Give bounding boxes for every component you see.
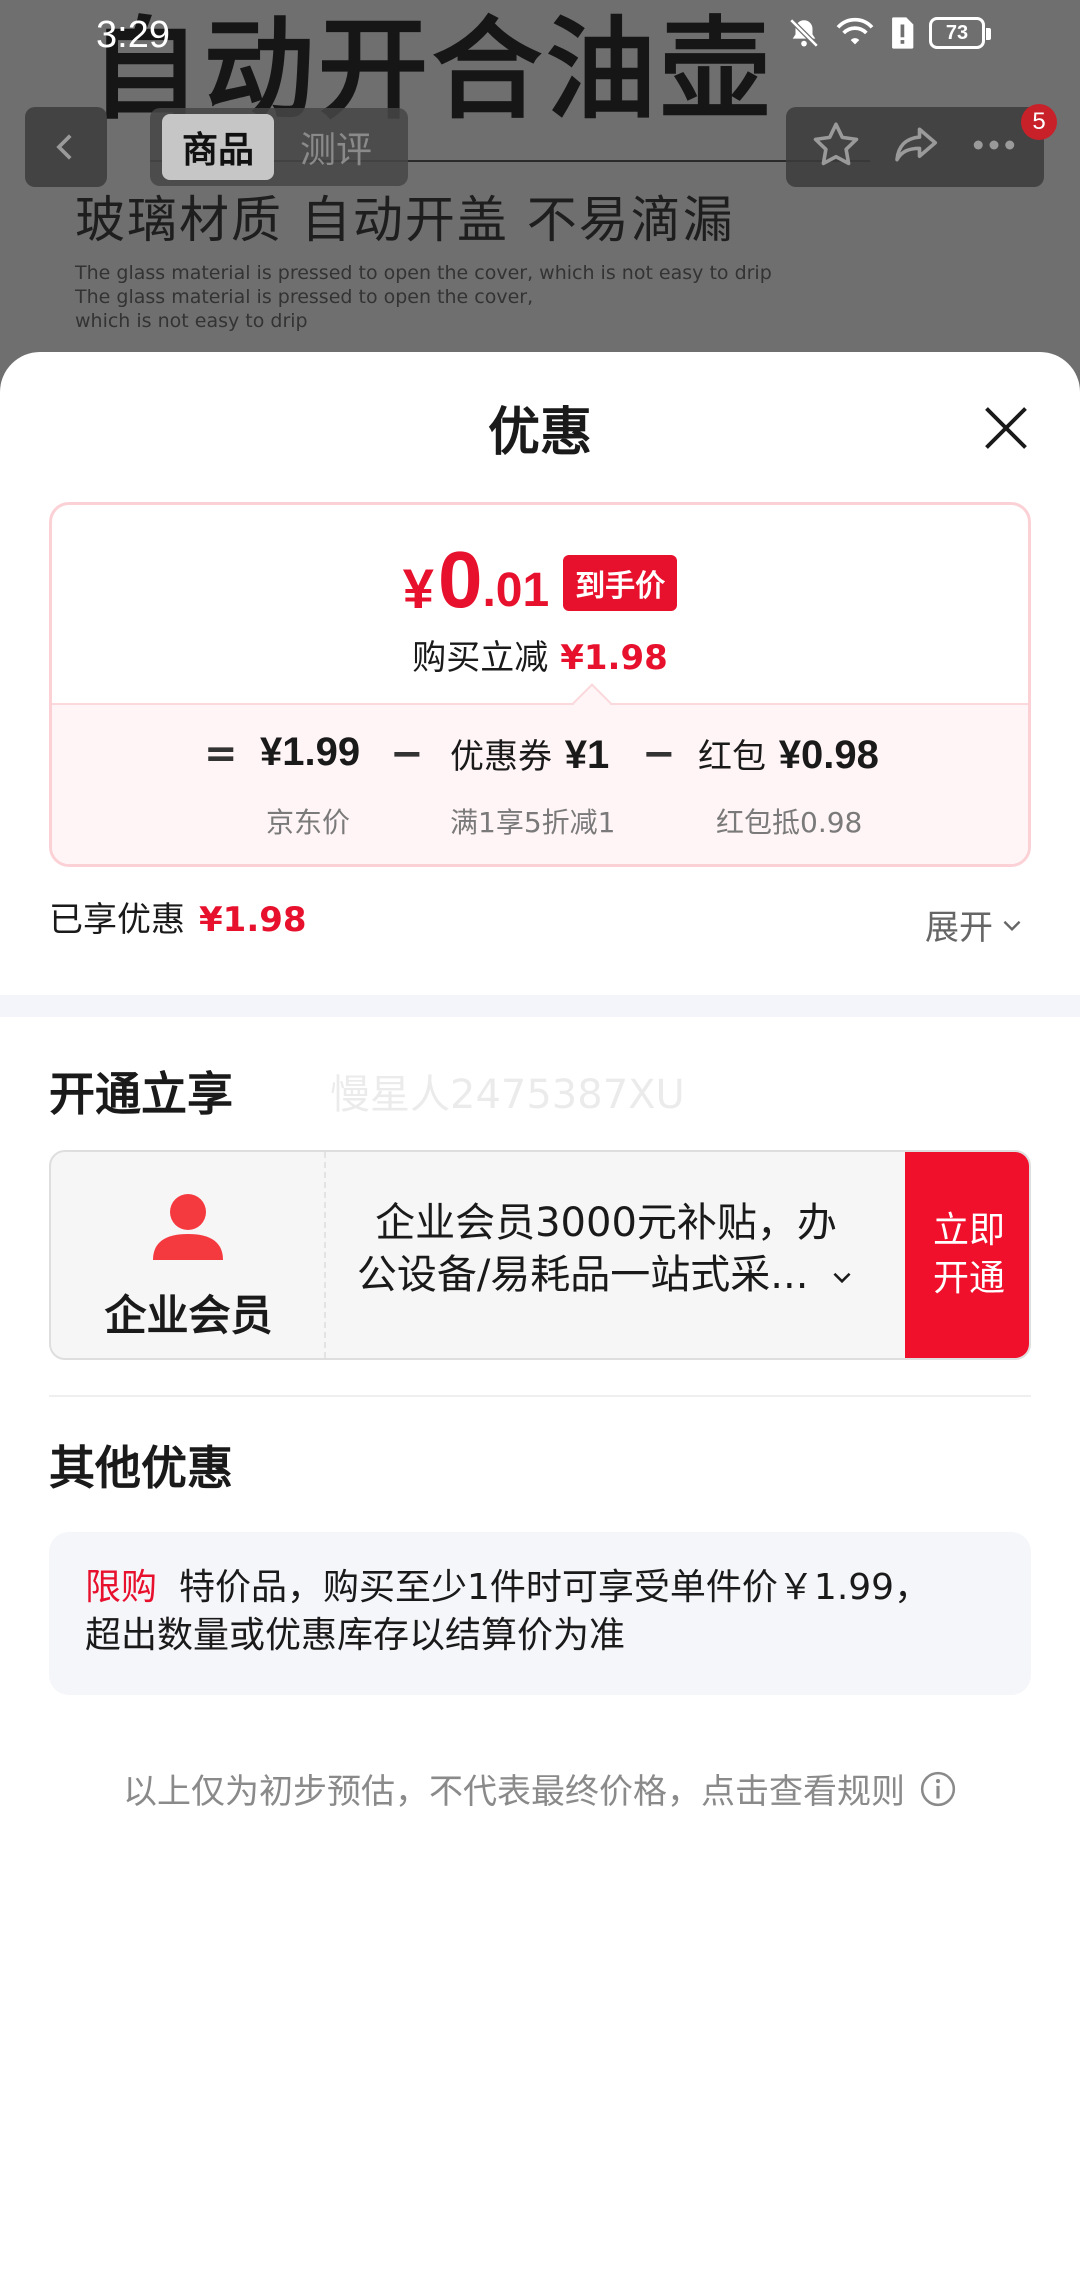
battery-icon: 73 (929, 17, 991, 49)
coupon-discount: 优惠券 ¥1 (450, 733, 610, 777)
purchase-limit-notice: 限购 特价品，购买至少1件时可享受单件价￥1.99， 超出数量或优惠库存以结算价为… (49, 1532, 1031, 1695)
member-desc-line: 企业会员3000元补贴，办 (375, 1200, 837, 1246)
chevron-down-icon (1003, 920, 1021, 931)
member-badge: 企业会员 (51, 1152, 326, 1358)
button-line: 开通 (932, 1258, 1005, 1299)
back-button[interactable] (25, 107, 107, 187)
price-rule-link[interactable]: 以上仅为初步预估，不代表最终价格，点击查看规则 (0, 1764, 1080, 1813)
sim-alert-icon (889, 16, 915, 50)
tab-product[interactable]: 商品 (162, 114, 275, 180)
price-breakdown-card: ¥ 0 .01 到手价 购买立减 ¥1.98 = ¥1.99 京东价 − 优惠券 … (49, 502, 1031, 867)
mute-bell-icon (787, 16, 821, 50)
member-name: 企业会员 (104, 1291, 273, 1340)
banner-english-line: The glass material is pressed to open th… (75, 262, 772, 284)
enjoyed-amount: ¥1.98 (199, 900, 307, 940)
jd-price-label: 京东价 (266, 806, 351, 839)
banner-english-line: which is not easy to drip (75, 310, 308, 332)
limit-text-line: 特价品，购买至少1件时可享受单件价￥1.99， (179, 1567, 931, 1608)
limit-tag: 限购 (85, 1567, 158, 1608)
enterprise-member-card[interactable]: 企业会员 企业会员3000元补贴，办 公设备/易耗品一站式采... 立即开通 (49, 1150, 1031, 1360)
discount-sheet: 优惠 ¥ 0 .01 到手价 购买立减 ¥1.98 = ¥1.99 京东价 − 优… (0, 352, 1080, 2280)
expand-button[interactable]: 展开 (925, 900, 1025, 949)
sheet-title: 优惠 (487, 403, 592, 463)
final-price-integer: 0 (437, 535, 483, 624)
favorite-star-icon[interactable] (809, 118, 863, 176)
share-icon[interactable] (888, 118, 942, 176)
status-bar: 3:29 73 (0, 0, 1080, 70)
wifi-icon (835, 16, 875, 50)
minus-sign: − (390, 731, 424, 777)
enjoyed-label: 已享优惠 (49, 900, 185, 940)
member-desc-line: 公设备/易耗品一站式采... (346, 1249, 866, 1301)
chevron-left-icon (56, 134, 72, 160)
other-section-title: 其他优惠 (49, 1441, 233, 1495)
open-membership-button[interactable]: 立即 开通 (905, 1152, 1029, 1358)
redpacket-rule: 红包抵0.98 (716, 806, 863, 839)
disclaimer-text: 以上仅为初步预估，不代表最终价格，点击查看规则 (123, 1772, 905, 1812)
member-description: 企业会员3000元补贴，办 公设备/易耗品一站式采... (346, 1197, 866, 1301)
clock: 3:29 (96, 14, 170, 56)
watermark: 慢星人2475387XU (330, 1072, 685, 1118)
member-person-icon (153, 1194, 223, 1260)
chevron-down-icon (833, 1272, 851, 1284)
close-icon (985, 407, 1027, 449)
more-icon[interactable] (967, 118, 1021, 176)
message-badge: 5 (1021, 104, 1057, 140)
final-price-decimal: .01 (482, 564, 550, 617)
status-icons: 73 (787, 16, 991, 50)
final-price-section: ¥ 0 .01 到手价 购买立减 ¥1.98 (52, 505, 1028, 705)
minus-sign: − (642, 731, 676, 777)
limit-text-line: 超出数量或优惠库存以结算价为准 (85, 1615, 626, 1656)
tab-review[interactable]: 测评 (280, 114, 392, 180)
section-divider (0, 995, 1080, 1017)
top-actions (786, 107, 1044, 187)
banner-english-line: The glass material is pressed to open th… (75, 286, 534, 308)
banner-subtitle: 玻璃材质 自动开盖 不易滴漏 (75, 191, 735, 249)
reduction-amount: ¥1.98 (560, 638, 668, 678)
currency-symbol: ¥ (402, 557, 434, 620)
equals-sign: = (204, 731, 238, 777)
instant-reduction: 购买立减 ¥1.98 (52, 630, 1028, 679)
enjoyed-discount: 已享优惠 ¥1.98 (49, 892, 307, 941)
expand-label: 展开 (925, 908, 993, 948)
coupon-rule: 满1享5折减1 (450, 806, 616, 839)
open-section-title: 开通立享 (49, 1067, 233, 1121)
jd-price: ¥1.99 (260, 730, 361, 774)
info-icon (920, 1771, 956, 1806)
reduction-label: 购买立减 (412, 638, 549, 678)
divider-line (49, 1395, 1031, 1397)
redpacket-discount: 红包 ¥0.98 (698, 733, 879, 777)
close-button[interactable] (970, 392, 1042, 464)
button-line: 立即 (932, 1210, 1005, 1251)
final-price: ¥ 0 .01 (402, 535, 550, 624)
product-tabs: 商品 测评 (150, 108, 408, 186)
final-price-tag: 到手价 (563, 555, 678, 611)
price-formula: = ¥1.99 京东价 − 优惠券 ¥1 满1享5折减1 − 红包 ¥0.98 … (52, 683, 1028, 864)
